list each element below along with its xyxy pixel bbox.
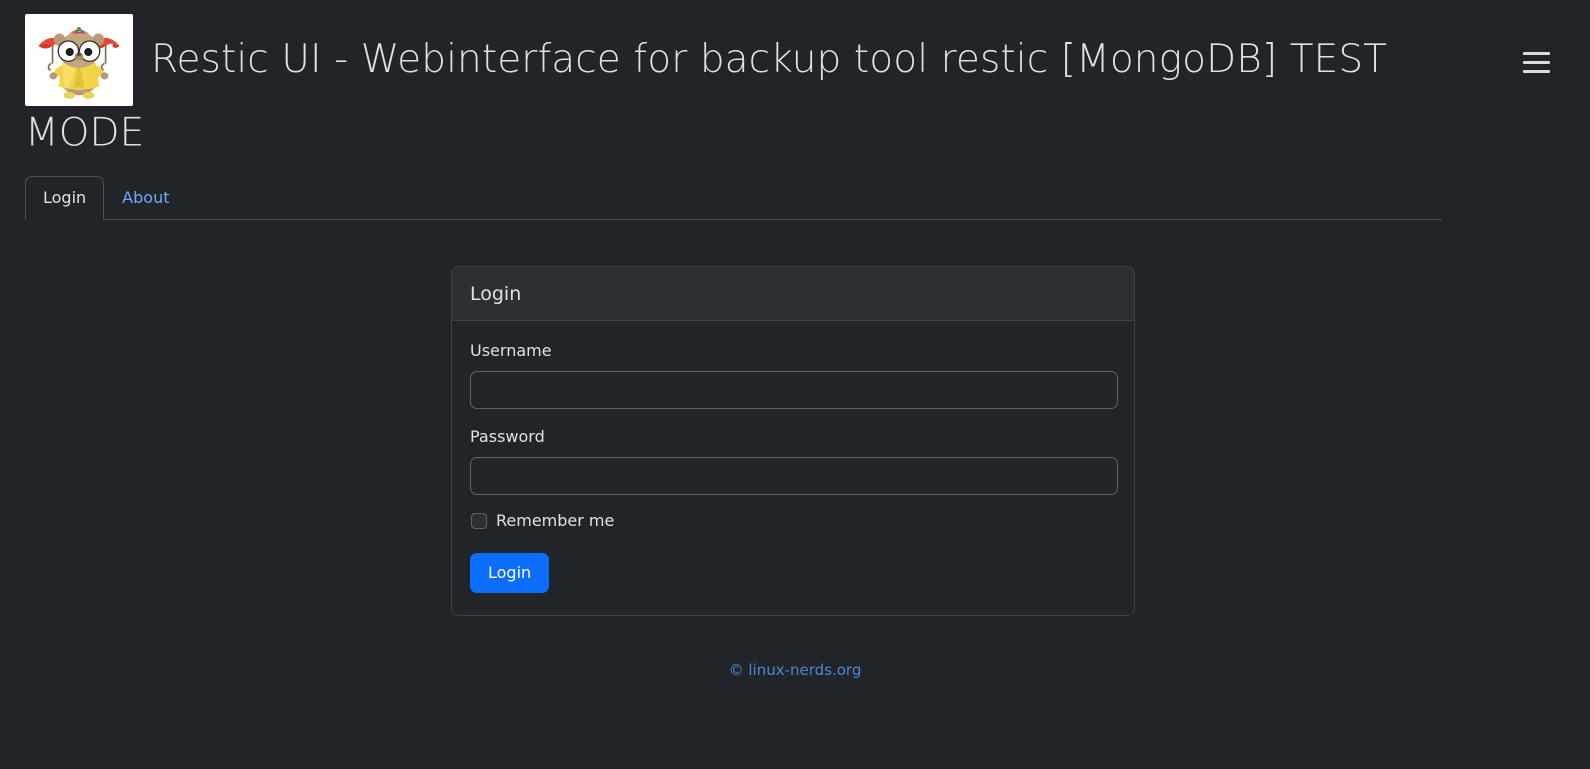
login-card-body: Username Password Remember me Login xyxy=(452,321,1134,615)
page-title-text: Restic UI - Webinterface for backup tool… xyxy=(25,37,1388,156)
page-title: Restic UI - Webinterface for backup tool… xyxy=(25,14,1514,160)
username-input[interactable] xyxy=(470,370,1118,409)
remember-me-label[interactable]: Remember me xyxy=(496,509,614,533)
login-card-header: Login xyxy=(452,266,1134,321)
hamburger-bar-3 xyxy=(1522,69,1550,73)
tab-login[interactable]: Login xyxy=(25,175,105,220)
tab-bar: Login About xyxy=(0,175,1590,220)
header-row: Restic UI - Webinterface for backup tool… xyxy=(25,0,1566,160)
password-input[interactable] xyxy=(470,456,1118,495)
username-group: Username xyxy=(470,339,1118,409)
brand-block: Restic UI - Webinterface for backup tool… xyxy=(25,14,1514,160)
tab-about[interactable]: About xyxy=(104,176,187,220)
restic-gopher-logo-icon xyxy=(25,14,133,106)
app-footer: © linux-nerds.org xyxy=(0,659,1590,681)
footer-copyright-link[interactable]: © linux-nerds.org xyxy=(729,661,862,679)
main-content: Login Username Password Remember me Logi… xyxy=(0,220,1590,616)
remember-me-row: Remember me xyxy=(470,509,1116,533)
password-group: Password xyxy=(470,425,1118,495)
remember-me-checkbox[interactable] xyxy=(471,512,487,529)
hamburger-bar-1 xyxy=(1522,51,1550,55)
hamburger-bar-2 xyxy=(1522,60,1550,64)
username-label: Username xyxy=(470,340,552,360)
login-card: Login Username Password Remember me Logi… xyxy=(451,265,1135,616)
password-label: Password xyxy=(470,426,545,446)
login-submit-button[interactable]: Login xyxy=(470,552,550,593)
nav-tabs: Login About xyxy=(25,175,1442,220)
hamburger-menu-icon[interactable] xyxy=(1514,40,1558,84)
app-header: Restic UI - Webinterface for backup tool… xyxy=(0,0,1590,160)
